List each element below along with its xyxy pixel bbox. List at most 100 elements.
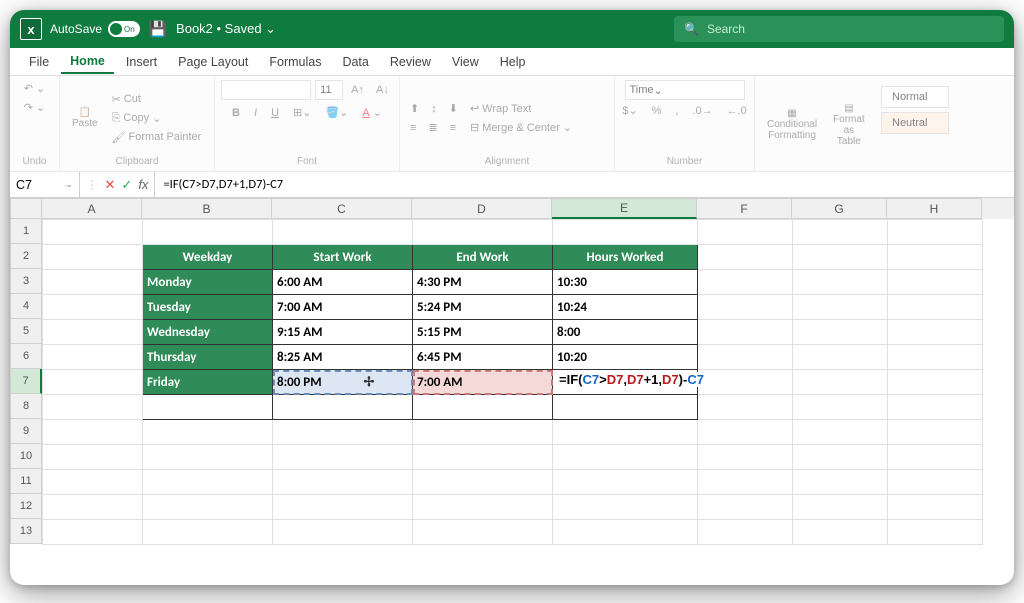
cell-A5[interactable] <box>43 320 143 345</box>
menu-item-help[interactable]: Help <box>491 51 535 73</box>
merge-center-button[interactable]: ⊟ Merge & Center ⌄ <box>466 119 576 136</box>
cell-C11[interactable] <box>273 470 413 495</box>
cell-B2[interactable]: Weekday <box>143 245 273 270</box>
column-header-D[interactable]: D <box>412 198 552 219</box>
cell-E6[interactable]: 10:20 <box>553 345 698 370</box>
cell-E3[interactable]: 10:30 <box>553 270 698 295</box>
menu-item-file[interactable]: File <box>20 51 58 73</box>
cell-B1[interactable] <box>143 220 273 245</box>
cell-B10[interactable] <box>143 445 273 470</box>
cell-D2[interactable]: End Work <box>413 245 553 270</box>
enter-formula-button[interactable]: ✓ <box>121 177 132 193</box>
increase-font-icon[interactable]: A↑ <box>347 82 368 98</box>
column-header-E[interactable]: E <box>552 198 697 219</box>
menu-item-data[interactable]: Data <box>333 51 377 73</box>
dec-decimal-icon[interactable]: ←.0 <box>723 102 751 119</box>
cell-A3[interactable] <box>43 270 143 295</box>
cell-C1[interactable] <box>273 220 413 245</box>
cell-A10[interactable] <box>43 445 143 470</box>
cell-A1[interactable] <box>43 220 143 245</box>
cell-E8[interactable] <box>553 395 698 420</box>
cell-G8[interactable] <box>793 395 888 420</box>
currency-icon[interactable]: $⌄ <box>618 102 641 119</box>
cell-F12[interactable] <box>698 495 793 520</box>
autosave-toggle[interactable]: AutoSave On <box>50 21 140 37</box>
cell-style-normal[interactable]: Normal <box>881 86 949 108</box>
cell-E2[interactable]: Hours Worked <box>553 245 698 270</box>
select-all-corner[interactable] <box>10 198 42 219</box>
cell-D10[interactable] <box>413 445 553 470</box>
menu-item-view[interactable]: View <box>443 51 488 73</box>
cell-H12[interactable] <box>888 495 983 520</box>
cell-C8[interactable] <box>273 395 413 420</box>
cell-F5[interactable] <box>698 320 793 345</box>
cell-G13[interactable] <box>793 520 888 545</box>
cell-C13[interactable] <box>273 520 413 545</box>
formula-input[interactable]: =IF(C7>D7,D7+1,D7)-C7 <box>155 177 1014 192</box>
font-family-select[interactable] <box>221 80 311 100</box>
cell-B12[interactable] <box>143 495 273 520</box>
cell-G9[interactable] <box>793 420 888 445</box>
row-header-6[interactable]: 6 <box>10 344 42 369</box>
format-painter-button[interactable]: 🖌 Format Painter <box>108 129 206 146</box>
align-left-icon[interactable]: ≡ <box>406 119 420 136</box>
cell-E5[interactable]: 8:00 <box>553 320 698 345</box>
cell-D6[interactable]: 6:45 PM <box>413 345 553 370</box>
cell-A4[interactable] <box>43 295 143 320</box>
cell-G3[interactable] <box>793 270 888 295</box>
cell-style-neutral[interactable]: Neutral <box>881 112 949 134</box>
cell-F7[interactable] <box>698 370 793 395</box>
cell-H1[interactable] <box>888 220 983 245</box>
border-button[interactable]: ⊞⌄ <box>289 104 315 121</box>
cell-G4[interactable] <box>793 295 888 320</box>
paste-button[interactable]: 📋 Paste <box>66 105 104 131</box>
cell-G12[interactable] <box>793 495 888 520</box>
cell-D8[interactable] <box>413 395 553 420</box>
row-header-9[interactable]: 9 <box>10 419 42 444</box>
cell-C7[interactable]: 8:00 PM <box>273 370 413 395</box>
cell-H4[interactable] <box>888 295 983 320</box>
row-header-12[interactable]: 12 <box>10 494 42 519</box>
align-mid-icon[interactable]: ↕ <box>427 100 441 117</box>
cell-F10[interactable] <box>698 445 793 470</box>
row-header-8[interactable]: 8 <box>10 394 42 419</box>
cell-D7[interactable]: 7:00 AM <box>413 370 553 395</box>
align-right-icon[interactable]: ≡ <box>446 119 460 136</box>
cell-B3[interactable]: Monday <box>143 270 273 295</box>
cell-H6[interactable] <box>888 345 983 370</box>
undo-button[interactable]: ↶ ⌄ <box>20 80 50 97</box>
cell-A6[interactable] <box>43 345 143 370</box>
cell-A11[interactable] <box>43 470 143 495</box>
cell-H7[interactable] <box>888 370 983 395</box>
row-header-2[interactable]: 2 <box>10 244 42 269</box>
cell-F4[interactable] <box>698 295 793 320</box>
row-header-10[interactable]: 10 <box>10 444 42 469</box>
row-header-5[interactable]: 5 <box>10 319 42 344</box>
row-header-11[interactable]: 11 <box>10 469 42 494</box>
cell-H2[interactable] <box>888 245 983 270</box>
decrease-font-icon[interactable]: A↓ <box>372 82 393 98</box>
cell-B9[interactable] <box>143 420 273 445</box>
cell-F9[interactable] <box>698 420 793 445</box>
menu-item-formulas[interactable]: Formulas <box>260 51 330 73</box>
cell-F2[interactable] <box>698 245 793 270</box>
cell-C5[interactable]: 9:15 AM <box>273 320 413 345</box>
cell-C9[interactable] <box>273 420 413 445</box>
cell-E10[interactable] <box>553 445 698 470</box>
cell-A9[interactable] <box>43 420 143 445</box>
cell-F13[interactable] <box>698 520 793 545</box>
spreadsheet-grid[interactable]: ABCDEFGH 12345678910111213 WeekdayStart … <box>10 198 1014 585</box>
wrap-text-button[interactable]: ↩ Wrap Text <box>466 100 576 117</box>
font-size-select[interactable]: 11 <box>315 80 343 100</box>
column-header-G[interactable]: G <box>792 198 887 219</box>
redo-button[interactable]: ↷ ⌄ <box>20 99 50 116</box>
cell-D9[interactable] <box>413 420 553 445</box>
percent-icon[interactable]: % <box>648 102 666 119</box>
number-format-select[interactable]: Time ⌄ <box>625 80 745 100</box>
cell-F1[interactable] <box>698 220 793 245</box>
toggle-track[interactable]: On <box>108 21 140 37</box>
cell-A7[interactable] <box>43 370 143 395</box>
align-top-icon[interactable]: ⬆ <box>406 100 423 117</box>
column-header-H[interactable]: H <box>887 198 982 219</box>
cell-E9[interactable] <box>553 420 698 445</box>
